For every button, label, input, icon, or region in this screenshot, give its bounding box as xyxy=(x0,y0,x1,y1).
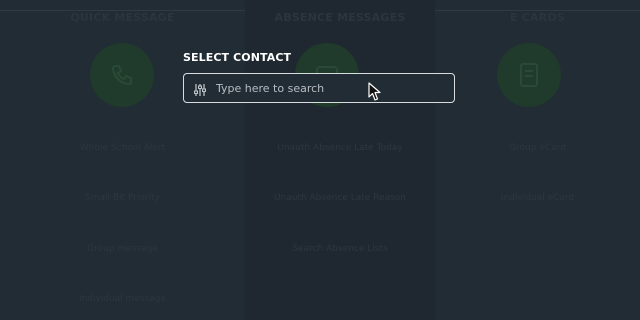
absence-messages-column: ABSENCE MESSAGES Unauth Absence Late Tod… xyxy=(245,0,435,320)
dimmed-background: QUICK MESSAGE Whole School Alert Small B… xyxy=(0,0,640,320)
list-item[interactable]: Small Bit Priority xyxy=(0,193,245,203)
list-item[interactable]: Search Absence Lists xyxy=(245,244,435,254)
select-contact-label: SELECT CONTACT xyxy=(183,51,292,64)
column-title: QUICK MESSAGE xyxy=(70,11,175,24)
list-item[interactable]: Unauth Absence Late Reason xyxy=(245,193,435,203)
list-item[interactable]: Individual eCard xyxy=(435,193,640,203)
contact-search-box[interactable] xyxy=(183,73,455,103)
list-item[interactable]: Group eCard xyxy=(435,143,640,153)
list-item[interactable]: Individual message xyxy=(0,294,245,304)
mouse-pointer-icon xyxy=(368,82,382,106)
list-item[interactable]: Unauth Absence Late Today xyxy=(245,143,435,153)
ecards-column: E CARDS Group eCard Individual eCard xyxy=(435,0,640,320)
quick-message-column: QUICK MESSAGE Whole School Alert Small B… xyxy=(0,0,245,320)
phone-icon xyxy=(90,43,154,107)
column-title: E CARDS xyxy=(510,11,565,24)
list-item[interactable]: Whole School Alert xyxy=(0,143,245,153)
card-icon xyxy=(497,43,561,107)
filter-sliders-icon[interactable] xyxy=(193,82,207,101)
column-title: ABSENCE MESSAGES xyxy=(274,11,406,24)
list-item[interactable]: Group message xyxy=(0,244,245,254)
search-input[interactable] xyxy=(216,79,446,97)
